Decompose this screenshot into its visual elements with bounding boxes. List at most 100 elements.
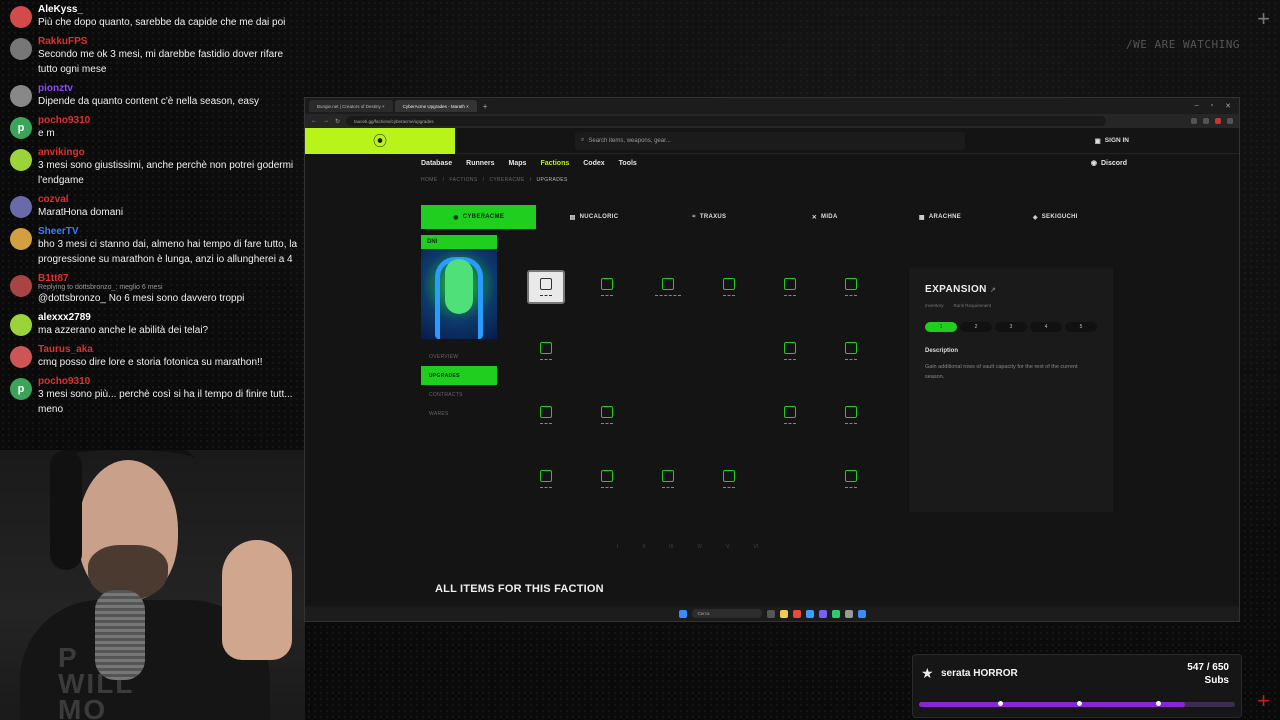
browser-tab-active[interactable]: CyberAcme Upgrades - Marath × [394, 100, 477, 112]
upgrade-node[interactable] [832, 398, 870, 432]
nav-item-database[interactable]: Database [421, 160, 452, 167]
side-item-wares[interactable]: WARES [421, 404, 497, 423]
new-tab-icon[interactable]: + [483, 102, 488, 111]
upgrade-node[interactable] [710, 462, 748, 496]
upgrade-node[interactable] [588, 398, 626, 432]
chat-reply-context: Replying to dottsbronzo_: meglio 6 mesi [38, 284, 163, 291]
chat-username[interactable]: Taurus_aka [38, 344, 300, 355]
tab-mida[interactable]: ✕ MIDA [767, 205, 882, 229]
nav-item-runners[interactable]: Runners [466, 160, 494, 167]
nav-item-codex[interactable]: Codex [583, 160, 604, 167]
rank-1[interactable]: 1 [925, 322, 957, 332]
upgrade-node[interactable] [832, 462, 870, 496]
faction-icon: ≈ [692, 214, 696, 220]
rank-3[interactable]: 3 [995, 322, 1027, 332]
chrome-icon[interactable] [792, 609, 801, 618]
upgrade-icon [601, 277, 613, 290]
zoom-icon[interactable] [1191, 118, 1197, 124]
profile-icon[interactable] [1227, 118, 1233, 124]
nav-item-tools[interactable]: Tools [619, 160, 637, 167]
upgrade-node[interactable] [771, 270, 809, 304]
taskbar: Cerca [305, 606, 1239, 621]
chat-username[interactable]: AleKyss_ [38, 4, 300, 15]
upgrade-node[interactable] [527, 398, 565, 432]
side-item-upgrades[interactable]: UPGRADES [421, 366, 497, 385]
chat-username[interactable]: pocho9310 [38, 115, 300, 126]
upgrade-rank-pips [655, 294, 681, 297]
page-1[interactable]: I [617, 544, 618, 550]
breadcrumb-item[interactable]: FACTIONS [449, 177, 477, 183]
upgrade-node[interactable] [771, 398, 809, 432]
tab-traxus[interactable]: ≈ TRAXUS [652, 205, 767, 229]
sign-in-button[interactable]: ▣ SIGN IN [1095, 137, 1129, 145]
chat-username[interactable]: RakkuFPS [38, 36, 300, 47]
browser-tab[interactable]: Bungie.net | Creators of Destiny × [309, 100, 393, 112]
tab-nucaloric[interactable]: ▤ NUCALORIC [536, 205, 651, 229]
site-logo[interactable]: ⦿ [305, 128, 455, 154]
url-field[interactable]: tauceti.gg/factions/cyberacme/upgrades [346, 116, 1107, 126]
rank-5[interactable]: 5 [1065, 322, 1097, 332]
upgrade-node[interactable] [771, 334, 809, 368]
chat-username[interactable]: cozval [38, 194, 300, 205]
upgrade-rank-pips [845, 358, 857, 361]
nav-item-factions[interactable]: Factions [540, 160, 569, 167]
extension-icon[interactable] [1215, 118, 1221, 124]
tab-cyberacme[interactable]: ◉ CYBERACME [421, 205, 537, 229]
discord-app-icon[interactable] [818, 609, 827, 618]
site-search[interactable]: ⌕ Search items, weapons, gear... [575, 131, 965, 150]
reload-icon[interactable]: ↻ [335, 118, 340, 125]
taskview-icon[interactable] [766, 609, 775, 618]
maximize-icon[interactable]: ▫ [1211, 102, 1213, 110]
breadcrumb-item: UPGRADES [536, 177, 568, 183]
folder-icon[interactable] [779, 609, 788, 618]
side-item-contracts[interactable]: CONTRACTS [421, 385, 497, 404]
upgrade-node[interactable] [832, 334, 870, 368]
back-icon[interactable]: ← [311, 118, 317, 124]
rank-2[interactable]: 2 [960, 322, 992, 332]
upgrade-node[interactable] [527, 334, 565, 368]
rank-4[interactable]: 4 [1030, 322, 1062, 332]
upgrade-node[interactable] [588, 462, 626, 496]
breadcrumb-item[interactable]: CYBERACME [489, 177, 524, 183]
chat-username[interactable]: alexxx2789 [38, 312, 300, 323]
tab-arachne[interactable]: ▦ ARACHNE [882, 205, 997, 229]
page-5[interactable]: V [726, 544, 729, 550]
chat-username[interactable]: B1tt87 [38, 273, 300, 284]
link-arrow-icon[interactable]: ↗ [990, 287, 996, 294]
upgrade-node[interactable] [649, 462, 687, 496]
page-6[interactable]: VI [753, 544, 758, 550]
star-icon[interactable] [1203, 118, 1209, 124]
spotify-icon[interactable] [831, 609, 840, 618]
tab-title: CyberAcme Upgrades - Marath [402, 103, 465, 109]
upgrade-node[interactable] [527, 462, 565, 496]
minimize-icon[interactable]: – [1195, 102, 1199, 110]
app-icon[interactable] [844, 609, 853, 618]
upgrade-node[interactable] [588, 270, 626, 304]
upgrade-icon [845, 277, 857, 290]
taskbar-search[interactable]: Cerca [691, 609, 762, 618]
upgrade-meta: Inventory Rank Requirement [925, 303, 1097, 308]
chat-username[interactable]: pionztv [38, 83, 300, 94]
upgrade-node[interactable] [527, 270, 565, 304]
breadcrumb-item[interactable]: HOME [421, 177, 438, 183]
star-icon: ★ [921, 665, 934, 681]
upgrade-node[interactable] [832, 270, 870, 304]
faction-icon: ◉ [453, 214, 459, 221]
side-item-overview[interactable]: OVERVIEW [421, 347, 497, 366]
chat-username[interactable]: anvikingo [38, 147, 300, 158]
close-icon[interactable]: ✕ [1225, 102, 1231, 110]
discord-link[interactable]: ◉ Discord [1091, 159, 1127, 168]
upgrade-node[interactable] [710, 270, 748, 304]
page-2[interactable]: II [642, 544, 645, 550]
chat-username[interactable]: pocho9310 [38, 376, 300, 387]
page-4[interactable]: IV [697, 544, 702, 550]
forward-icon[interactable]: → [323, 118, 329, 124]
page-3[interactable]: III [669, 544, 673, 550]
edge-icon[interactable] [805, 609, 814, 618]
tab-sekiguchi[interactable]: ◈ SEKIGUCHI [998, 205, 1113, 229]
app-icon[interactable] [857, 609, 866, 618]
upgrade-node[interactable] [649, 270, 687, 304]
nav-item-maps[interactable]: Maps [509, 160, 527, 167]
windows-start-icon[interactable] [678, 609, 687, 618]
chat-username[interactable]: SheerTV [38, 226, 300, 237]
